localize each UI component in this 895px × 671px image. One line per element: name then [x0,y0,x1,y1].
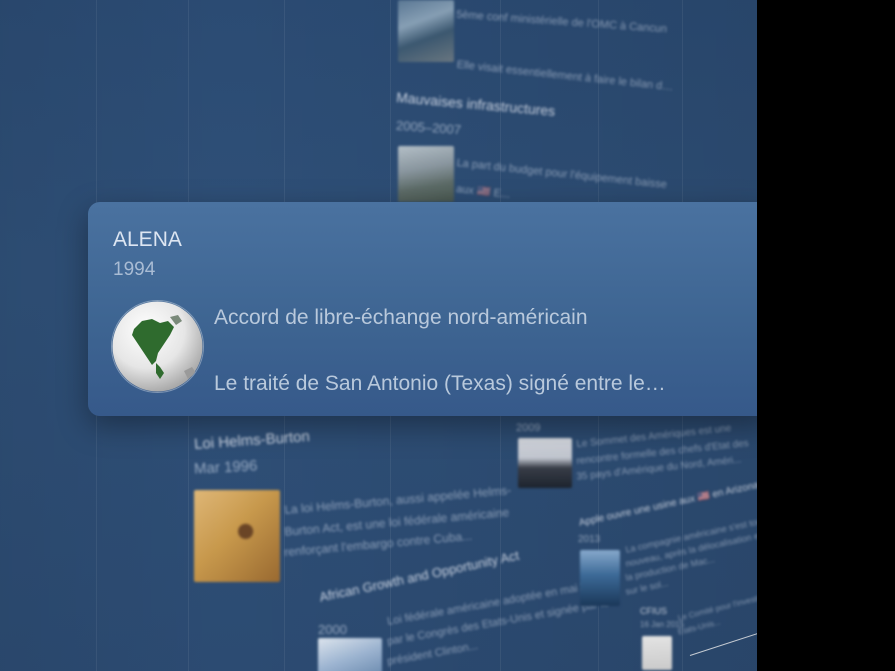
event-title: ALENA [113,228,182,251]
summit-photo [518,438,572,488]
flood-photo [398,146,454,202]
event-subtitle: Accord de libre-échange nord-américain [214,306,588,329]
event-description: Le traité de San Antonio (Texas) signé e… [214,372,666,395]
item-date: 2009 [516,422,541,434]
item-date: 2000 [318,622,347,637]
factory-photo [580,550,620,606]
item-date: 2005–2007 [395,117,462,138]
item-date: Mar 1996 [193,457,258,478]
event-detail-card[interactable]: ALENA 1994 Accord de libre-échange nord-… [88,202,772,416]
protest-photo [398,0,454,62]
letterbox-right [757,0,895,671]
globe-icon [112,301,203,392]
timeline-item-agoa[interactable]: African Growth and Opportunity Act 2000 … [318,548,610,671]
timeline-item-cfius[interactable]: CFIUS 16 Jan 2015 Le Comité pour l'inves… [640,575,757,671]
timeline-item-apple[interactable]: Apple ouvre une usine aux 🇺🇸 en Arizona … [578,480,757,610]
event-date: 1994 [113,259,156,280]
item-date: 2013 [578,534,601,545]
timeline-item-infrastructures[interactable]: Mauvaises infrastructures 2005–2007 La p… [395,89,667,206]
gavel-photo [194,490,280,582]
item-title: Loi Helms-Burton [193,427,311,454]
map-thumbnail [318,638,382,671]
item-title: CFIUS [640,606,667,616]
cfius-logo [642,636,672,670]
